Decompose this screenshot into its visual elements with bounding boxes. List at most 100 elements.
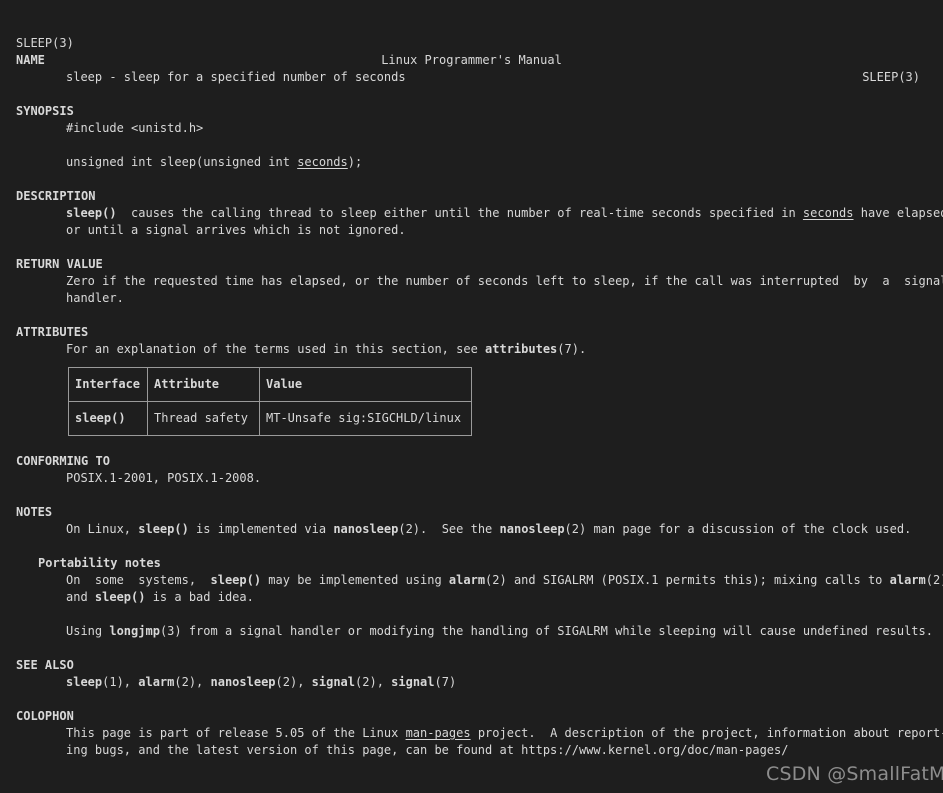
section-heading-see-also: SEE ALSO bbox=[16, 658, 74, 672]
section-heading-return-value: RETURN VALUE bbox=[16, 257, 103, 271]
attributes-intro-post: (7). bbox=[557, 342, 587, 356]
link-nanosleep: nanosleep bbox=[210, 675, 276, 689]
section-heading-description: DESCRIPTION bbox=[16, 189, 96, 203]
table-row: sleep() Thread safety MT-Unsafe sig:SIGC… bbox=[68, 401, 472, 436]
func-sleep: sleep() bbox=[210, 573, 262, 587]
attributes-intro: For an explanation of the terms used in … bbox=[0, 341, 943, 358]
table-header-attribute: Attribute bbox=[147, 367, 260, 402]
portability-text-d: (2) bbox=[925, 573, 943, 587]
portability-text-g: Using bbox=[66, 624, 110, 638]
see-also-sep-4: (7) bbox=[434, 675, 457, 689]
attributes-table-wrap: Interface Attribute Value sleep() Thread… bbox=[0, 367, 943, 436]
attributes-intro-pre: For an explanation of the terms used in … bbox=[66, 342, 486, 356]
notes-text-a: On Linux, bbox=[66, 522, 139, 536]
synopsis-prototype: unsigned int sleep(unsigned int seconds)… bbox=[0, 154, 943, 171]
colophon-text-c: ing bugs, and the latest version of this… bbox=[66, 743, 522, 757]
description-text-end: have elapsed bbox=[853, 206, 943, 220]
func-sleep: sleep() bbox=[138, 522, 189, 536]
top-spacer bbox=[0, 0, 943, 18]
colophon-line-2: ing bugs, and the latest version of this… bbox=[0, 742, 943, 759]
description-line-2: or until a signal arrives which is not i… bbox=[66, 223, 406, 237]
conforming-to-body: POSIX.1-2001, POSIX.1-2008. bbox=[66, 471, 262, 485]
section-heading-synopsis: SYNOPSIS bbox=[16, 104, 74, 118]
see-also-sep-3: (2), bbox=[355, 675, 392, 689]
table-cell-attribute: Thread safety bbox=[147, 401, 260, 436]
link-alarm: alarm bbox=[889, 573, 926, 587]
colophon-line-1: This page is part of release 5.05 of the… bbox=[0, 725, 943, 742]
table-header-value: Value bbox=[259, 367, 472, 402]
link-sleep: sleep bbox=[66, 675, 103, 689]
notes-text-d: (2) man page for a discussion of the clo… bbox=[564, 522, 912, 536]
param-seconds: seconds bbox=[802, 206, 854, 220]
portability-line-1: On some systems, sleep() may be implemen… bbox=[0, 572, 943, 589]
portability-text-e: and bbox=[66, 590, 95, 604]
see-also-sep-2: (2), bbox=[275, 675, 312, 689]
description-line-1: sleep() causes the calling thread to sle… bbox=[0, 205, 943, 222]
prototype-param-seconds: seconds bbox=[297, 155, 348, 169]
link-nanosleep: nanosleep bbox=[333, 522, 399, 536]
portability-text-b: may be implemented using bbox=[261, 573, 449, 587]
colophon-text-a: This page is part of release 5.05 of the… bbox=[66, 726, 406, 740]
prototype-text-post: ); bbox=[347, 155, 363, 169]
see-also-list: sleep(1), alarm(2), nanosleep(2), signal… bbox=[0, 674, 943, 691]
subsection-heading-portability-notes: Portability notes bbox=[38, 556, 161, 570]
header-left-title: SLEEP(3) bbox=[16, 36, 74, 50]
link-nanosleep: nanosleep bbox=[499, 522, 565, 536]
table-header-row: Interface Attribute Value bbox=[68, 367, 472, 402]
portability-line-2: and sleep() is a bad idea. bbox=[0, 589, 943, 606]
func-sleep: sleep() bbox=[66, 206, 117, 220]
link-signal: signal bbox=[311, 675, 356, 689]
link-man-pages: man-pages bbox=[405, 726, 471, 740]
portability-text-c: (2) and SIGALRM (POSIX.1 permits this); … bbox=[485, 573, 890, 587]
colophon-url: https://www.kernel.org/doc/man-pages/ bbox=[521, 743, 789, 757]
section-heading-notes: NOTES bbox=[16, 505, 53, 519]
watermark: CSDN @SmallFatMan bbox=[766, 763, 943, 785]
return-value-line-1: Zero if the requested time has elapsed, … bbox=[66, 274, 943, 288]
header-center-title: Linux Programmer's Manual bbox=[381, 53, 562, 67]
portability-text-f: is a bad idea. bbox=[145, 590, 254, 604]
func-sleep: sleep() bbox=[94, 590, 146, 604]
link-attributes: attributes bbox=[485, 342, 558, 356]
man-page: SLEEP(3) Linux Programmer's Manual SLEEP… bbox=[0, 0, 943, 793]
header-right-title: SLEEP(3) bbox=[862, 70, 920, 84]
link-alarm: alarm bbox=[138, 675, 175, 689]
synopsis-include: #include <unistd.h> bbox=[66, 121, 204, 135]
colophon-text-b: project. A description of the project, i… bbox=[470, 726, 943, 740]
description-text-mid: causes the calling thread to sleep eithe… bbox=[116, 206, 803, 220]
see-also-sep-0: (1), bbox=[102, 675, 139, 689]
link-alarm: alarm bbox=[448, 573, 486, 587]
notes-line-1: On Linux, sleep() is implemented via nan… bbox=[0, 521, 943, 538]
name-body: sleep - sleep for a specified number of … bbox=[66, 70, 406, 84]
table-header-interface: Interface bbox=[68, 367, 148, 402]
table-cell-value: MT-Unsafe sig:SIGCHLD/linux bbox=[259, 401, 472, 436]
link-longjmp: longjmp bbox=[109, 624, 160, 638]
section-heading-conforming-to: CONFORMING TO bbox=[16, 454, 110, 468]
portability-line-3: Using longjmp(3) from a signal handler o… bbox=[0, 623, 943, 640]
notes-text-b: is implemented via bbox=[188, 522, 334, 536]
section-heading-colophon: COLOPHON bbox=[16, 709, 74, 723]
attributes-table: Interface Attribute Value sleep() Thread… bbox=[68, 367, 472, 436]
notes-text-c: (2). See the bbox=[398, 522, 500, 536]
portability-text-h: (3) from a signal handler or modifying t… bbox=[159, 624, 933, 638]
return-value-line-2: handler. bbox=[66, 291, 124, 305]
section-heading-attributes: ATTRIBUTES bbox=[16, 325, 89, 339]
portability-text-a: On some systems, bbox=[66, 573, 211, 587]
table-cell-interface: sleep() bbox=[68, 401, 148, 436]
prototype-text-pre: unsigned int sleep(unsigned int bbox=[66, 155, 298, 169]
see-also-sep-1: (2), bbox=[174, 675, 211, 689]
link-signal: signal bbox=[391, 675, 435, 689]
page-header: SLEEP(3) Linux Programmer's Manual SLEEP… bbox=[0, 18, 943, 84]
